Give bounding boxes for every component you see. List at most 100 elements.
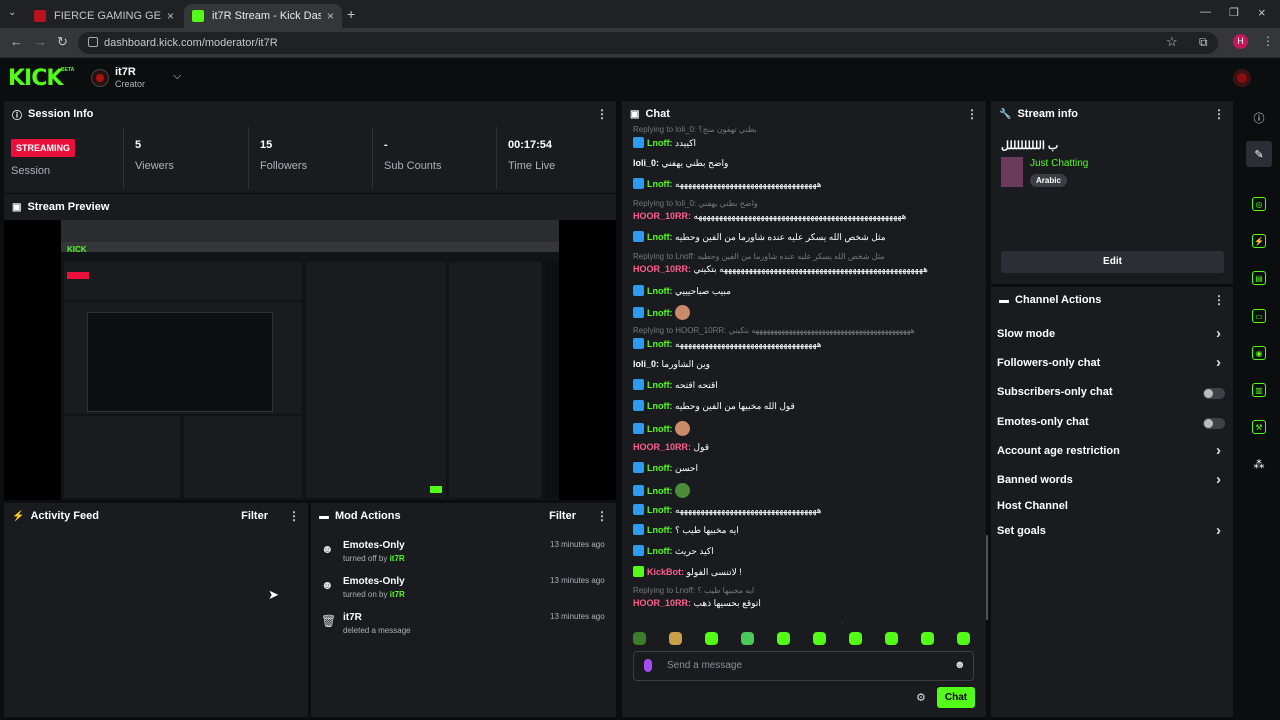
chat-message[interactable]: Lnoff: ههههههههههههههههههههههههههههههههه… bbox=[633, 178, 821, 190]
chat-username[interactable]: Lnoff: bbox=[647, 232, 672, 242]
chat-message[interactable]: هههههههههههههههههههههههههههههههههههههههه… bbox=[633, 619, 846, 623]
new-tab-icon[interactable]: + bbox=[347, 6, 355, 22]
quick-emote-icon[interactable] bbox=[957, 632, 970, 645]
chat-message-list[interactable]: Replying to loli_0: بطني تهفون منج؟ Lnoff… bbox=[622, 125, 986, 623]
more-options-icon[interactable]: ⋮ bbox=[1213, 293, 1225, 307]
chevron-right-icon[interactable]: › bbox=[1216, 471, 1221, 488]
quick-emote-icon[interactable] bbox=[633, 632, 646, 645]
wrench-icon[interactable]: ⚒ bbox=[1252, 420, 1266, 434]
chat-message[interactable]: Lnoff: bbox=[633, 482, 690, 498]
quick-emote-icon[interactable] bbox=[705, 632, 718, 645]
activity-filter-button[interactable]: Filter bbox=[241, 510, 268, 522]
chat-username[interactable]: Lnoff: bbox=[647, 286, 672, 296]
layout-icon[interactable]: ▥ bbox=[1252, 383, 1266, 397]
tab-list-icon[interactable]: ⌄ bbox=[8, 7, 16, 18]
maximize-icon[interactable]: ❐ bbox=[1229, 6, 1239, 19]
bookmark-star-icon[interactable]: ☆ bbox=[1166, 34, 1178, 50]
chat-settings-gear-icon[interactable]: ⚙ bbox=[916, 691, 926, 704]
more-options-icon[interactable]: ⋮ bbox=[966, 107, 978, 121]
quick-emote-icon[interactable] bbox=[813, 632, 826, 645]
toggle-switch[interactable] bbox=[1203, 388, 1225, 399]
toggle-switch[interactable] bbox=[1203, 418, 1225, 429]
chat-message[interactable]: HOOR_10RR: ههههههههههههههههههههههههههههه… bbox=[633, 264, 928, 275]
quick-emote-icon[interactable] bbox=[741, 632, 754, 645]
send-chat-button[interactable]: Chat bbox=[937, 687, 975, 708]
chat-message[interactable]: HOOR_10RR: ههههههههههههههههههههههههههههه… bbox=[633, 211, 906, 222]
chevron-right-icon[interactable]: › bbox=[1216, 522, 1221, 539]
reload-icon[interactable]: ↻ bbox=[57, 34, 68, 50]
channel-action-6[interactable]: Banned words › bbox=[997, 471, 1233, 490]
chat-username[interactable]: Lnoff: bbox=[647, 424, 672, 434]
chat-username[interactable]: HOOR_10RR: bbox=[633, 442, 691, 452]
chat-username[interactable]: HOOR_10RR: bbox=[633, 264, 691, 274]
window-close-icon[interactable]: × bbox=[1258, 5, 1266, 20]
more-options-icon[interactable]: ⋮ bbox=[288, 509, 300, 523]
chat-message[interactable]: Lnoff: قول الله مخبيها من الفين وحطيه bbox=[633, 400, 795, 412]
chat-username[interactable]: KickBot: bbox=[647, 567, 684, 577]
chat-username[interactable]: Lnoff: bbox=[647, 505, 672, 515]
chat-message[interactable]: Lnoff: اكيد حريث bbox=[633, 545, 714, 557]
browser-tab-2[interactable]: it7R Stream - Kick Dashboard × bbox=[184, 4, 342, 28]
chat-username[interactable]: Lnoff: bbox=[647, 463, 672, 473]
channel-switch-chevron-icon[interactable]: ⌵ bbox=[173, 70, 181, 83]
chat-username[interactable]: loli_0: bbox=[633, 359, 659, 369]
chat-input-box[interactable]: Send a message ☻ bbox=[633, 651, 974, 681]
chat-username[interactable]: HOOR_10RR: bbox=[633, 598, 691, 608]
quick-emote-icon[interactable] bbox=[777, 632, 790, 645]
chat-username[interactable]: Lnoff: bbox=[647, 380, 672, 390]
emoji-picker-icon[interactable]: ☻ bbox=[954, 659, 966, 671]
chat-message[interactable]: Lnoff: احسن bbox=[633, 462, 698, 474]
chat-message[interactable]: Lnoff: bbox=[633, 420, 690, 436]
chat-message[interactable]: Lnoff: ايه مخبيها طيب ؟ bbox=[633, 524, 739, 536]
close-tab-icon[interactable]: × bbox=[327, 9, 334, 23]
chat-message[interactable]: Lnoff: مبيب صباحيييي bbox=[633, 284, 731, 297]
chat-username[interactable]: Lnoff: bbox=[647, 486, 672, 496]
chevron-right-icon[interactable]: › bbox=[1216, 325, 1221, 342]
chat-message[interactable]: loli_0: وين الشاورما bbox=[633, 359, 710, 370]
url-bar[interactable]: dashboard.kick.com/moderator/it7R bbox=[78, 32, 1218, 54]
browser-tab-1[interactable]: FIERCE GAMING GEAR | MA × bbox=[26, 4, 182, 28]
browser-menu-icon[interactable]: ⋮ bbox=[1262, 34, 1274, 48]
chat-message[interactable]: KickBot: لاتنسى الفولو ! bbox=[633, 565, 742, 578]
profile-avatar[interactable]: H bbox=[1233, 34, 1248, 49]
chat-message[interactable]: Lnoff: اقتحه اقتحه bbox=[633, 379, 718, 391]
chevron-right-icon[interactable]: › bbox=[1216, 354, 1221, 371]
forward-icon[interactable]: → bbox=[34, 34, 47, 49]
close-tab-icon[interactable]: × bbox=[167, 9, 174, 23]
channel-avatar[interactable] bbox=[91, 69, 109, 87]
channel-action-3[interactable]: Subscribers-only chat bbox=[997, 386, 1233, 402]
chat-scrollbar[interactable] bbox=[986, 535, 988, 620]
chat-message[interactable]: HOOR_10RR: قول bbox=[633, 442, 709, 453]
chat-icon[interactable]: ▭ bbox=[1252, 309, 1266, 323]
chat-username[interactable]: Lnoff: bbox=[647, 138, 672, 148]
chat-username[interactable]: Lnoff: bbox=[647, 179, 672, 189]
user-avatar[interactable] bbox=[1233, 69, 1251, 87]
chat-message[interactable]: Lnoff: ههههههههههههههههههههههههههههههههه… bbox=[633, 503, 821, 516]
microphone-icon[interactable] bbox=[644, 659, 652, 672]
chat-message[interactable]: Lnoff: ههههههههههههههههههههههههههههههههه… bbox=[633, 338, 821, 350]
category-name[interactable]: Just Chatting bbox=[1030, 158, 1088, 169]
chat-username[interactable]: HOOR_10RR: bbox=[633, 211, 691, 221]
pencil-icon[interactable]: ✎ bbox=[1252, 148, 1266, 162]
more-options-icon[interactable]: ⋮ bbox=[596, 509, 608, 523]
site-info-icon[interactable] bbox=[88, 37, 98, 47]
lightning-icon[interactable]: ⚡ bbox=[1252, 234, 1266, 248]
chat-username[interactable]: Lnoff: bbox=[647, 525, 672, 535]
chat-message[interactable]: Lnoff: مثل شخص الله يسكر عليه عنده شاورم… bbox=[633, 231, 886, 243]
quick-emote-icon[interactable] bbox=[921, 632, 934, 645]
chat-message[interactable]: loli_0: واضح بطني يهفني bbox=[633, 158, 728, 169]
quick-emote-icon[interactable] bbox=[669, 632, 682, 645]
more-options-icon[interactable]: ⋮ bbox=[1213, 107, 1225, 121]
chat-username[interactable]: Lnoff: bbox=[647, 308, 672, 318]
apps-icon[interactable]: ⁂ bbox=[1252, 458, 1266, 472]
chevron-right-icon[interactable]: › bbox=[1216, 442, 1221, 459]
quick-emote-icon[interactable] bbox=[849, 632, 862, 645]
chat-username[interactable]: loli_0: bbox=[633, 158, 659, 168]
chat-message[interactable]: Lnoff: اكييدد bbox=[633, 137, 696, 149]
quick-emote-icon[interactable] bbox=[885, 632, 898, 645]
extensions-icon[interactable]: ⧉ bbox=[1199, 35, 1208, 50]
channel-action-2[interactable]: Followers-only chat › bbox=[997, 354, 1233, 373]
chat-username[interactable]: Lnoff: bbox=[647, 339, 672, 349]
channel-action-4[interactable]: Emotes-only chat bbox=[997, 416, 1233, 432]
kick-logo[interactable]: KICK bbox=[8, 66, 63, 91]
